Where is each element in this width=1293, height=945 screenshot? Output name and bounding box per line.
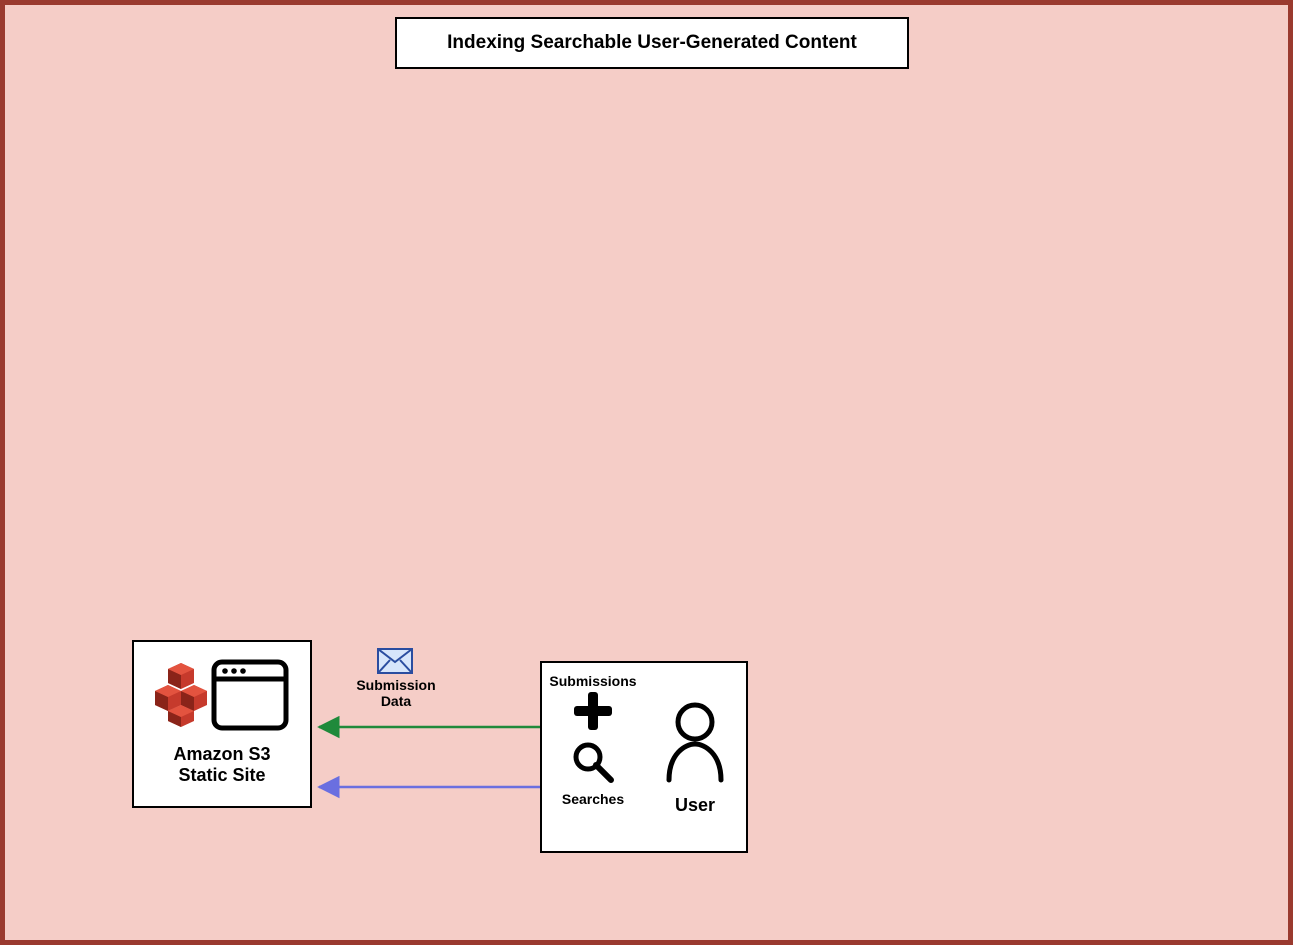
magnifier-icon: [571, 740, 615, 789]
node-s3-label: Amazon S3 Static Site: [134, 744, 310, 785]
diagram-title-text: Indexing Searchable User-Generated Conte…: [447, 32, 857, 54]
plus-icon: [571, 689, 615, 738]
s3-bucket-icon: [155, 663, 207, 732]
edge-submission-caption: Submission Data: [351, 677, 441, 709]
user-searches-label: Searches: [562, 791, 624, 807]
user-submissions-label: Submissions: [549, 673, 636, 689]
edge-submission-line1: Submission: [356, 677, 435, 693]
browser-window-icon: [211, 659, 289, 736]
diagram-title: Indexing Searchable User-Generated Conte…: [395, 17, 909, 69]
s3-icon-group: [134, 656, 310, 738]
envelope-icon: [377, 648, 413, 679]
edge-submission-line2: Data: [381, 693, 411, 709]
node-s3-label-line1: Amazon S3: [173, 744, 270, 764]
node-user: Submissions: [540, 661, 748, 853]
node-user-label: User: [675, 795, 715, 816]
node-amazon-s3-static-site: Amazon S3 Static Site: [132, 640, 312, 808]
diagram-canvas: Indexing Searchable User-Generated Conte…: [0, 0, 1293, 945]
node-s3-label-line2: Static Site: [178, 765, 265, 785]
user-icon: [659, 698, 731, 789]
